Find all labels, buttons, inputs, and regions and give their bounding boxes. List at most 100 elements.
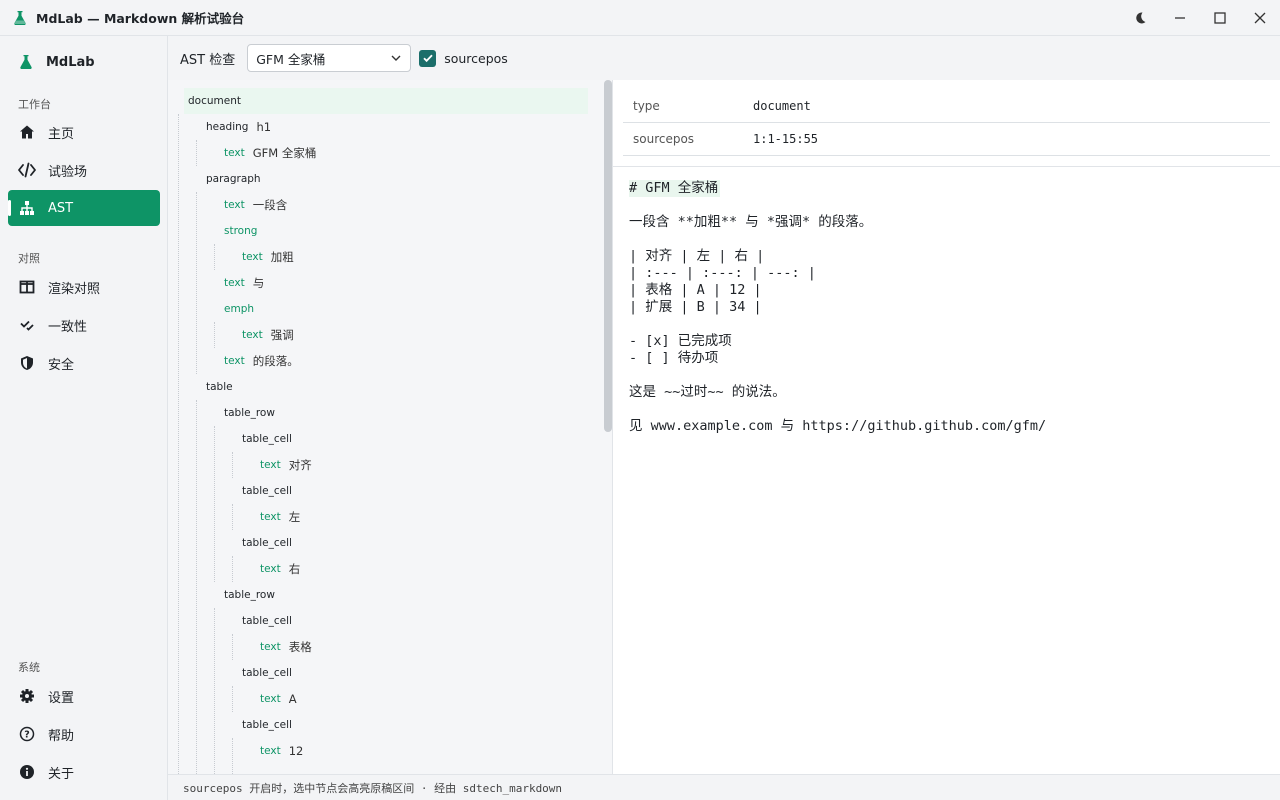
title-bar: MdLab — Markdown 解析试验台 — [0, 0, 1280, 36]
tree-scrollbar[interactable] — [604, 80, 612, 432]
node-kind: text — [260, 693, 281, 705]
source-line — [629, 197, 1046, 214]
tree-node-text[interactable]: text 右 — [256, 556, 300, 582]
tree-node-table-cell[interactable]: table_cell — [238, 530, 296, 556]
node-kind: table_cell — [242, 537, 292, 549]
property-value: 1:1-15:55 — [753, 132, 819, 146]
sidebar-item-render-compare[interactable]: 渲染对照 — [8, 269, 160, 305]
flask-icon — [20, 55, 32, 69]
source-line — [629, 367, 1046, 384]
tree-node-emph[interactable]: emph — [220, 296, 258, 322]
tree-node-table-cell[interactable]: table_cell — [238, 426, 296, 452]
node-text: 加粗 — [270, 250, 294, 264]
window-title: MdLab — Markdown 解析试验台 — [36, 11, 245, 26]
source-line: 见 www.example.com 与 https://github.githu… — [629, 418, 1047, 434]
node-kind: text — [260, 745, 281, 757]
node-kind: text — [260, 563, 281, 575]
sidebar-item-label: 设置 — [48, 690, 75, 706]
indent-guide — [232, 452, 233, 478]
sidebar-item-ast[interactable]: AST — [8, 190, 160, 226]
indent-guide — [232, 738, 233, 774]
minimize-icon — [1175, 17, 1185, 19]
preset-select[interactable]: GFM 全家桶 — [247, 44, 412, 72]
moon-icon — [1136, 12, 1146, 24]
tree-node-text[interactable]: text 的段落。 — [220, 348, 299, 374]
tree-node-table-cell[interactable]: table_cell — [238, 608, 296, 634]
node-kind: text — [242, 251, 263, 263]
tree-node-text[interactable]: text GFM 全家桶 — [220, 140, 316, 166]
node-text: 与 — [252, 276, 265, 290]
sourcepos-checkbox-label[interactable]: sourcepos — [444, 51, 508, 66]
minimize-button[interactable] — [1160, 0, 1200, 36]
close-icon — [1254, 12, 1266, 24]
source-line: 一段含 **加粗** 与 *强调* 的段落。 — [629, 214, 873, 230]
source-line: - [ ] 待办项 — [629, 350, 719, 366]
tree-node-text[interactable]: text 强调 — [238, 322, 294, 348]
tree-node-table-row[interactable]: table_row — [220, 582, 279, 608]
node-text: 12 — [288, 744, 304, 758]
flask-icon — [14, 10, 26, 25]
indent-guide — [214, 322, 215, 348]
tree-node-text[interactable]: text 12 — [256, 738, 303, 764]
tree-node-paragraph[interactable]: paragraph — [202, 166, 265, 192]
sidebar-item-settings[interactable]: 设置 — [8, 678, 160, 714]
indent-guide — [214, 426, 215, 582]
tree-node-text[interactable]: text 对齐 — [256, 452, 312, 478]
sidebar-item-consistency[interactable]: 一致性 — [8, 307, 160, 343]
divider — [613, 166, 1280, 167]
tree-node-text[interactable]: text 一段含 — [220, 192, 287, 218]
tree-node-text[interactable]: text 与 — [220, 270, 264, 296]
chevron-down-icon — [391, 55, 401, 61]
tree-node-table[interactable]: table — [202, 374, 237, 400]
node-text: 一段含 — [252, 198, 288, 212]
section-label-workspace: 工作台 — [18, 98, 51, 111]
node-kind: text — [224, 277, 245, 289]
tree-node-table-cell[interactable]: table_cell — [238, 660, 296, 686]
sidebar-item-security[interactable]: 安全 — [8, 345, 160, 381]
tree-icon — [18, 199, 36, 217]
markdown-source: # GFM 全家桶 一段含 **加粗** 与 *强调* 的段落。 | 对齐 | 左 … — [629, 180, 1046, 435]
tree-node-table-cell[interactable]: table_cell — [238, 478, 296, 504]
sidebar-item-label: 试验场 — [48, 164, 88, 180]
maximize-icon — [1214, 12, 1226, 24]
close-button[interactable] — [1240, 0, 1280, 36]
tree-node-text[interactable]: text 加粗 — [238, 244, 294, 270]
sidebar-item-label: 帮助 — [48, 728, 75, 744]
node-text: h1 — [256, 120, 272, 134]
sidebar-item-playground[interactable]: 试验场 — [8, 152, 160, 188]
gear-icon — [18, 687, 36, 705]
theme-toggle-button[interactable] — [1120, 0, 1160, 36]
property-key: type — [633, 99, 660, 113]
node-kind: table_cell — [242, 719, 292, 731]
indent-guide — [232, 634, 233, 660]
sidebar-item-home[interactable]: 主页 — [8, 114, 160, 150]
ast-tree-panel: document heading h1 text GFM 全家桶 paragraph tex… — [168, 80, 612, 774]
source-line: - [x] 已完成项 — [629, 333, 732, 349]
node-text: 表格 — [288, 640, 312, 654]
source-line: | 扩展 | B | 34 | — [629, 299, 762, 315]
maximize-button[interactable] — [1200, 0, 1240, 36]
node-text: 对齐 — [288, 458, 312, 472]
status-bar: sourcepos 开启时，选中节点会高亮原稿区间 · 经由 sdtech_ma… — [168, 774, 1280, 800]
sidebar-item-help[interactable]: ? 帮助 — [8, 716, 160, 752]
node-text: GFM 全家桶 — [252, 146, 317, 160]
tree-node-text[interactable]: text 表格 — [256, 634, 312, 660]
tree-node-table-cell[interactable]: table_cell — [238, 712, 296, 738]
toolbar-title: AST 检查 — [180, 52, 236, 68]
tree-node-strong[interactable]: strong — [220, 218, 261, 244]
tree-node-heading[interactable]: heading h1 — [202, 114, 271, 140]
tree-node-document[interactable]: document — [184, 88, 588, 114]
indent-guide — [196, 140, 197, 166]
source-line — [629, 401, 1046, 418]
node-text: A — [288, 692, 297, 706]
tree-node-text[interactable]: text A — [256, 686, 297, 712]
node-kind: table_cell — [242, 667, 292, 679]
sourcepos-checkbox[interactable] — [419, 49, 437, 67]
checkmark-icon — [423, 54, 433, 63]
tree-node-table-row[interactable]: table_row — [220, 400, 279, 426]
tree-node-text[interactable]: text 左 — [256, 504, 300, 530]
sidebar-item-label: 渲染对照 — [48, 281, 101, 297]
sidebar-item-about[interactable]: 关于 — [8, 754, 160, 790]
sidebar-item-label: 关于 — [48, 766, 75, 782]
node-kind: table_row — [224, 589, 275, 601]
